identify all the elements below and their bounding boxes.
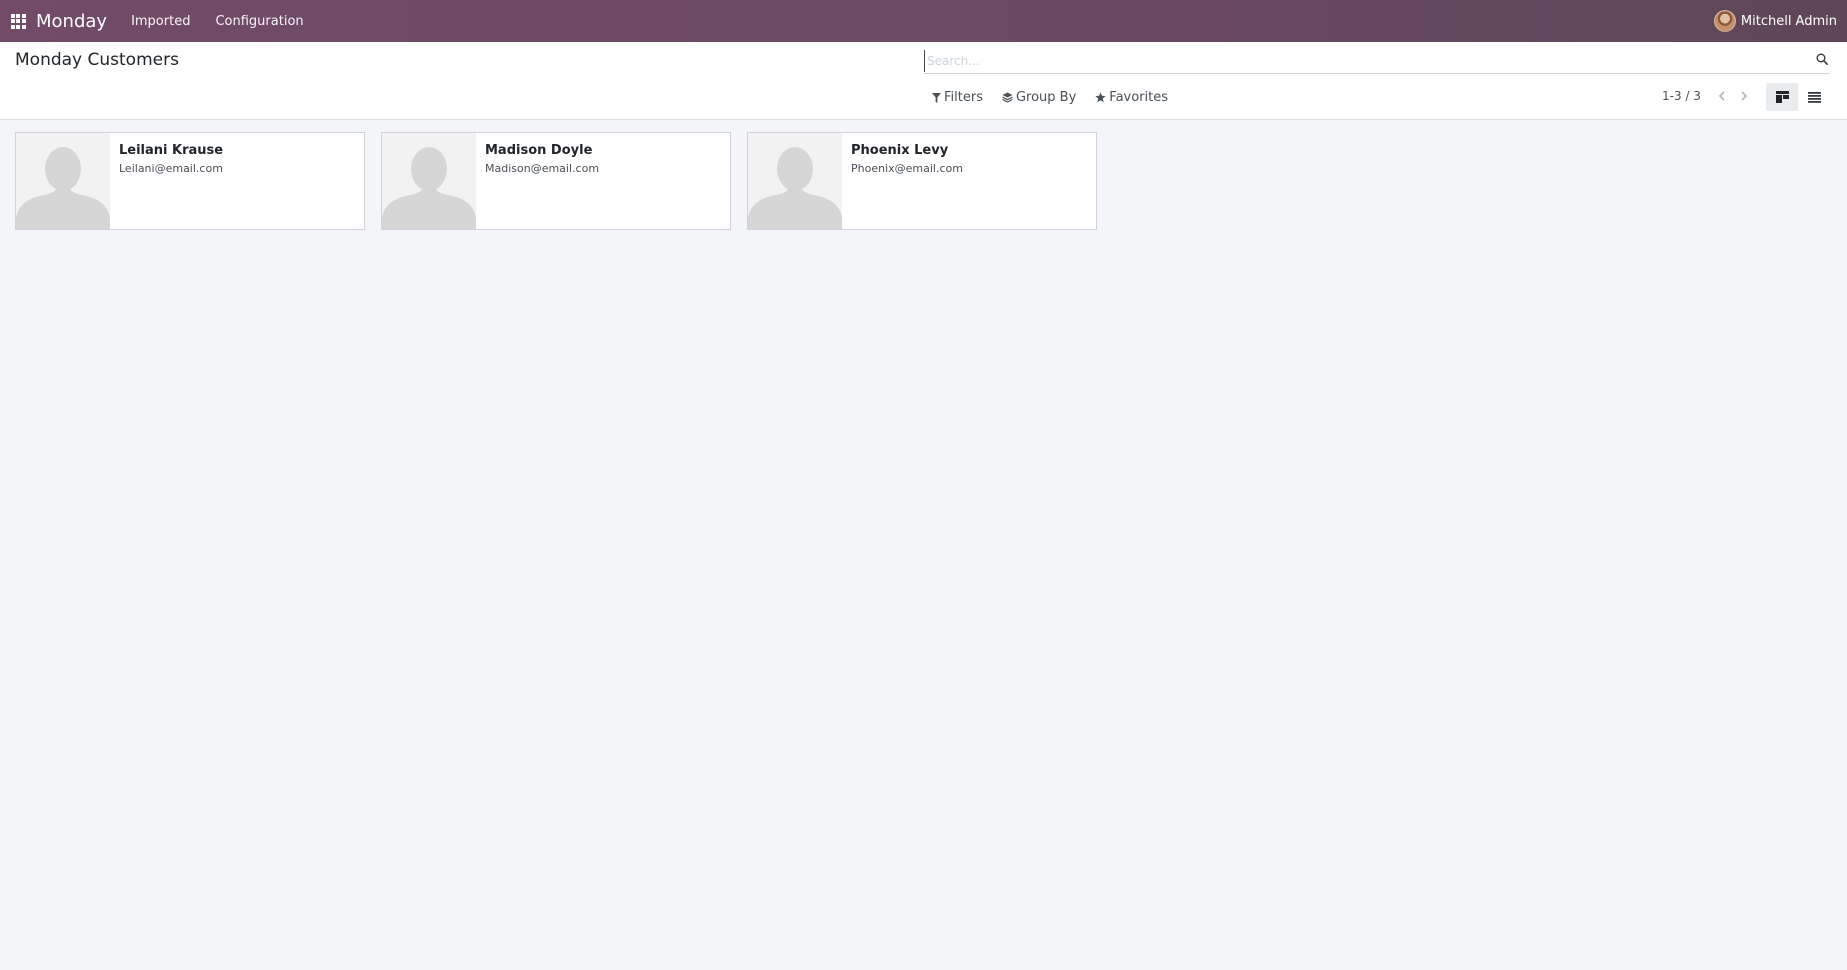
search-bar (924, 48, 1830, 74)
record-name: Phoenix Levy (851, 143, 949, 158)
user-name: Mitchell Admin (1740, 13, 1837, 29)
record-email: Madison@email.com (485, 162, 600, 175)
menu-item-imported[interactable]: Imported (131, 14, 190, 29)
record-details: Phoenix Levy Phoenix@email.com (842, 133, 963, 229)
page-title: Monday Customers (15, 50, 179, 70)
kanban-record[interactable]: Phoenix Levy Phoenix@email.com (747, 132, 1097, 230)
kanban-view-button[interactable] (1766, 83, 1798, 111)
list-view-icon (1807, 91, 1821, 103)
view-switcher (1766, 83, 1830, 111)
favorites-label: Favorites (1109, 90, 1169, 105)
pager-previous-button[interactable] (1713, 88, 1731, 104)
avatar (1713, 10, 1736, 32)
person-placeholder-icon (382, 133, 476, 229)
favorites-button[interactable]: Favorites (1095, 90, 1168, 105)
record-name: Madison Doyle (485, 143, 593, 158)
record-email: Phoenix@email.com (851, 162, 963, 175)
filter-icon (932, 92, 941, 103)
person-placeholder-icon (748, 133, 842, 229)
search-icon[interactable] (1816, 53, 1828, 65)
apps-grid-icon (10, 13, 26, 29)
user-menu[interactable]: Mitchell Admin (1713, 0, 1837, 42)
kanban-record[interactable]: Madison Doyle Madison@email.com (381, 132, 731, 230)
group-by-button[interactable]: Group By (1002, 90, 1076, 105)
pager-next-button[interactable] (1735, 88, 1753, 104)
chevron-right-icon (1741, 91, 1748, 101)
kanban-record[interactable]: Leilani Krause Leilani@email.com (15, 132, 365, 230)
record-details: Leilani Krause Leilani@email.com (110, 133, 223, 229)
pager-value[interactable]: 1-3 / 3 (1662, 89, 1701, 103)
filters-label: Filters (944, 90, 983, 105)
kanban-view: Leilani Krause Leilani@email.com Madison… (15, 132, 1113, 230)
group-by-label: Group By (1015, 90, 1077, 105)
apps-menu-button[interactable] (0, 0, 36, 42)
filters-button[interactable]: Filters (932, 90, 983, 105)
search-options: Filters Group By Favorites (932, 90, 1187, 105)
record-email: Leilani@email.com (119, 162, 223, 175)
control-panel: Monday Customers Filters Group By (0, 42, 1847, 120)
list-view-button[interactable] (1798, 83, 1830, 111)
record-name: Leilani Krause (119, 143, 224, 158)
layers-icon (1002, 92, 1013, 103)
star-icon (1095, 92, 1106, 103)
kanban-view-icon (1775, 91, 1789, 103)
person-placeholder-icon (16, 133, 110, 229)
search-input[interactable] (924, 50, 1794, 72)
app-brand[interactable]: Monday (36, 11, 107, 32)
pager: 1-3 / 3 (1662, 88, 1757, 104)
chevron-left-icon (1718, 91, 1725, 101)
menu-item-configuration[interactable]: Configuration (215, 14, 303, 29)
top-navbar: Monday Imported Configuration Mitchell A… (0, 0, 1847, 42)
record-details: Madison Doyle Madison@email.com (476, 133, 599, 229)
